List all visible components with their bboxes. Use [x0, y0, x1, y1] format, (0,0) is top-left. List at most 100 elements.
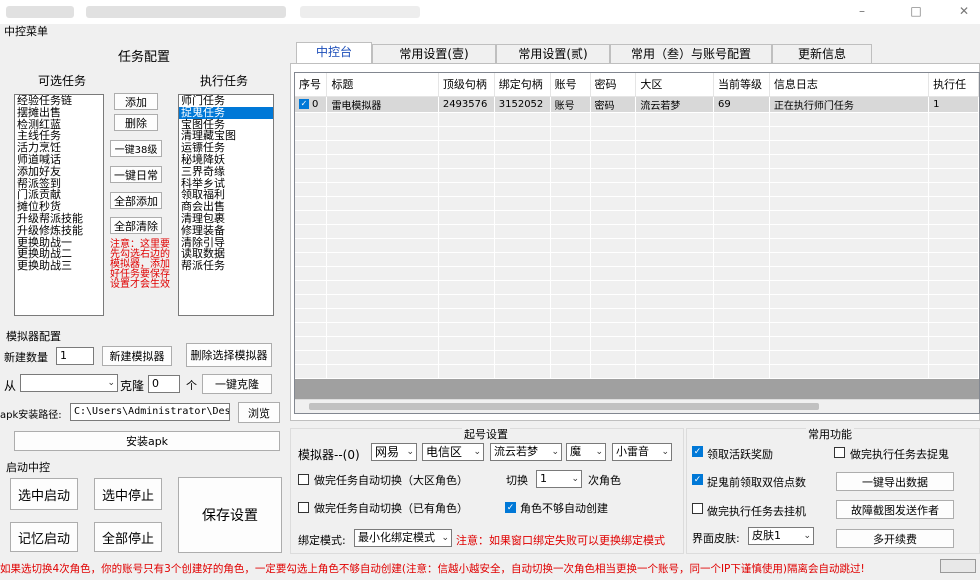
save-settings-button[interactable]: 保存设置: [178, 477, 282, 553]
column-header[interactable]: 执行任: [928, 73, 979, 97]
delete-selected-emulator-button[interactable]: 删除选择模拟器: [186, 343, 272, 367]
tab-control-center[interactable]: 中控台: [296, 42, 372, 64]
column-header[interactable]: 大区: [635, 73, 714, 97]
table-row[interactable]: [295, 224, 979, 239]
table-cell: [494, 238, 551, 253]
table-row[interactable]: [295, 112, 979, 127]
table-row[interactable]: [295, 322, 979, 337]
tab-common-3-accounts[interactable]: 常用（叁）与账号配置: [610, 44, 772, 63]
column-header[interactable]: 绑定句柄: [494, 73, 551, 97]
blurred-title: [6, 6, 74, 18]
server-select[interactable]: 网易 ⌄: [371, 443, 417, 461]
install-apk-button[interactable]: 安装apk: [14, 431, 280, 451]
table-row[interactable]: [295, 210, 979, 225]
executing-task-item[interactable]: 帮派任务: [179, 260, 273, 272]
menu-main-control[interactable]: 中控菜单: [4, 24, 48, 40]
available-task-item[interactable]: 升级帮派技能: [15, 213, 103, 225]
school-select[interactable]: 魔 ⌄: [566, 443, 606, 461]
active-reward-checkbox[interactable]: ✓: [692, 446, 703, 457]
new-emulator-button[interactable]: 新建模拟器: [102, 346, 172, 366]
bind-mode-select[interactable]: 最小化绑定模式 ⌄: [354, 529, 452, 547]
apk-path-input[interactable]: C:\Users\Administrator\Desk: [70, 403, 230, 421]
table-row[interactable]: [295, 294, 979, 309]
row-checkbox[interactable]: ✓: [299, 98, 309, 109]
minimize-icon[interactable]: –: [854, 4, 870, 18]
table-cell: [295, 252, 328, 267]
available-task-item[interactable]: 添加好友: [15, 165, 103, 178]
maximize-icon[interactable]: □: [908, 4, 924, 18]
executing-task-item[interactable]: 修理装备: [179, 224, 273, 237]
table-row[interactable]: [295, 280, 979, 295]
delete-task-button[interactable]: 删除: [114, 114, 158, 131]
table-row[interactable]: [295, 308, 979, 323]
executing-task-item[interactable]: 三界奇缘: [179, 165, 273, 178]
auto-switch-have-checkbox[interactable]: [298, 502, 309, 513]
tab-common-settings-1[interactable]: 常用设置(壹): [372, 44, 496, 63]
role-select[interactable]: 小雷音 ⌄: [612, 443, 672, 461]
double-points-checkbox[interactable]: ✓: [692, 474, 703, 485]
close-icon[interactable]: ✕: [956, 4, 972, 18]
scrollbar-thumb[interactable]: [309, 403, 819, 410]
stop-selected-button[interactable]: 选中停止: [94, 478, 162, 510]
table-cell: [295, 336, 328, 351]
column-header[interactable]: 当前等级: [713, 73, 770, 97]
column-header[interactable]: 密码: [590, 73, 637, 97]
clear-all-button[interactable]: 全部清除: [110, 217, 162, 234]
table-row[interactable]: [295, 154, 979, 169]
table-cell: [713, 140, 770, 155]
stop-all-button[interactable]: 全部停止: [94, 522, 162, 552]
table-row[interactable]: [295, 126, 979, 141]
executing-task-item[interactable]: 清理包裹: [179, 213, 273, 225]
table-row[interactable]: [295, 336, 979, 351]
one-click-daily-button[interactable]: 一键日常: [110, 166, 162, 183]
one-click-clone-button[interactable]: 一键克隆: [202, 374, 272, 394]
hang-after-checkbox[interactable]: [692, 503, 703, 514]
column-header[interactable]: 序号: [295, 73, 328, 97]
table-horizontal-scrollbar[interactable]: [295, 399, 979, 413]
ghost-after-checkbox[interactable]: [834, 447, 845, 458]
add-all-button[interactable]: 全部添加: [110, 192, 162, 209]
zone-select[interactable]: 电信区 ⌄: [422, 443, 484, 461]
tab-update-info[interactable]: 更新信息: [772, 44, 872, 63]
start-selected-button[interactable]: 选中启动: [10, 478, 78, 510]
table-row[interactable]: ✓ 0 雷电模拟器 2493576 3152052 账号 密码 流云若梦 69 正在执行师门任务 1: [295, 96, 979, 113]
browse-button[interactable]: 浏览: [238, 402, 280, 423]
clone-source-select[interactable]: ⌄: [20, 374, 118, 392]
available-task-item[interactable]: 更换助战三: [15, 260, 103, 272]
new-count-input[interactable]: 1: [56, 347, 94, 365]
clone-count-input[interactable]: 0: [148, 375, 180, 393]
add-task-button[interactable]: 添加: [114, 93, 158, 110]
memory-start-button[interactable]: 记忆启动: [10, 522, 78, 552]
skin-select[interactable]: 皮肤1 ⌄: [748, 527, 814, 545]
available-tasks-list[interactable]: 经验任务链 摆摊出售 检测红蓝 主线任务 活力烹饪 师道喊话 添加好友 帮派签到 门派贡献 摊位秒…: [14, 94, 104, 316]
table-row[interactable]: [295, 196, 979, 211]
auto-switch-big-checkbox[interactable]: [298, 474, 309, 485]
available-task-item[interactable]: 摆摊出售: [15, 106, 103, 119]
table-row[interactable]: [295, 364, 979, 379]
report-fault-button[interactable]: 故障截图发送作者: [836, 500, 954, 519]
table-row[interactable]: [295, 140, 979, 155]
column-header[interactable]: 账号: [550, 73, 591, 97]
table-row[interactable]: [295, 252, 979, 267]
column-header[interactable]: 信息日志: [769, 73, 930, 97]
table-row[interactable]: [295, 350, 979, 365]
executing-task-item[interactable]: 秘境降妖: [179, 154, 273, 166]
auto-create-checkbox[interactable]: ✓: [505, 502, 516, 513]
tab-common-settings-2[interactable]: 常用设置(贰): [496, 44, 610, 63]
export-data-button[interactable]: 一键导出数据: [836, 472, 954, 491]
table-row[interactable]: [295, 266, 979, 281]
one-click-38-button[interactable]: 一键38级: [110, 140, 162, 157]
table-row[interactable]: [295, 168, 979, 183]
available-task-item[interactable]: 升级修炼技能: [15, 224, 103, 237]
table-row[interactable]: [295, 182, 979, 197]
table-row[interactable]: [295, 238, 979, 253]
column-header[interactable]: 标题: [326, 73, 439, 97]
available-task-item[interactable]: 师道喊话: [15, 154, 103, 166]
emulator-table[interactable]: 序号 标题 顶级句柄 绑定句柄 账号 密码 大区 当前等级 信息日志 执行任 ✓ 0 雷电模拟器 249…: [294, 72, 980, 414]
executing-tasks-list[interactable]: 师门任务 捉鬼任务 宝图任务 清理藏宝图 运镖任务 秘境降妖 三界奇缘 科举乡试 领取福利 商会出…: [178, 94, 274, 316]
column-header[interactable]: 顶级句柄: [438, 73, 495, 97]
executing-task-item[interactable]: 捉鬼任务: [179, 106, 273, 119]
switch-count-select[interactable]: 1 ⌄: [536, 470, 582, 488]
sub-server-select[interactable]: 流云若梦 ⌄: [490, 443, 562, 461]
renew-button[interactable]: 多开续费: [836, 529, 954, 548]
